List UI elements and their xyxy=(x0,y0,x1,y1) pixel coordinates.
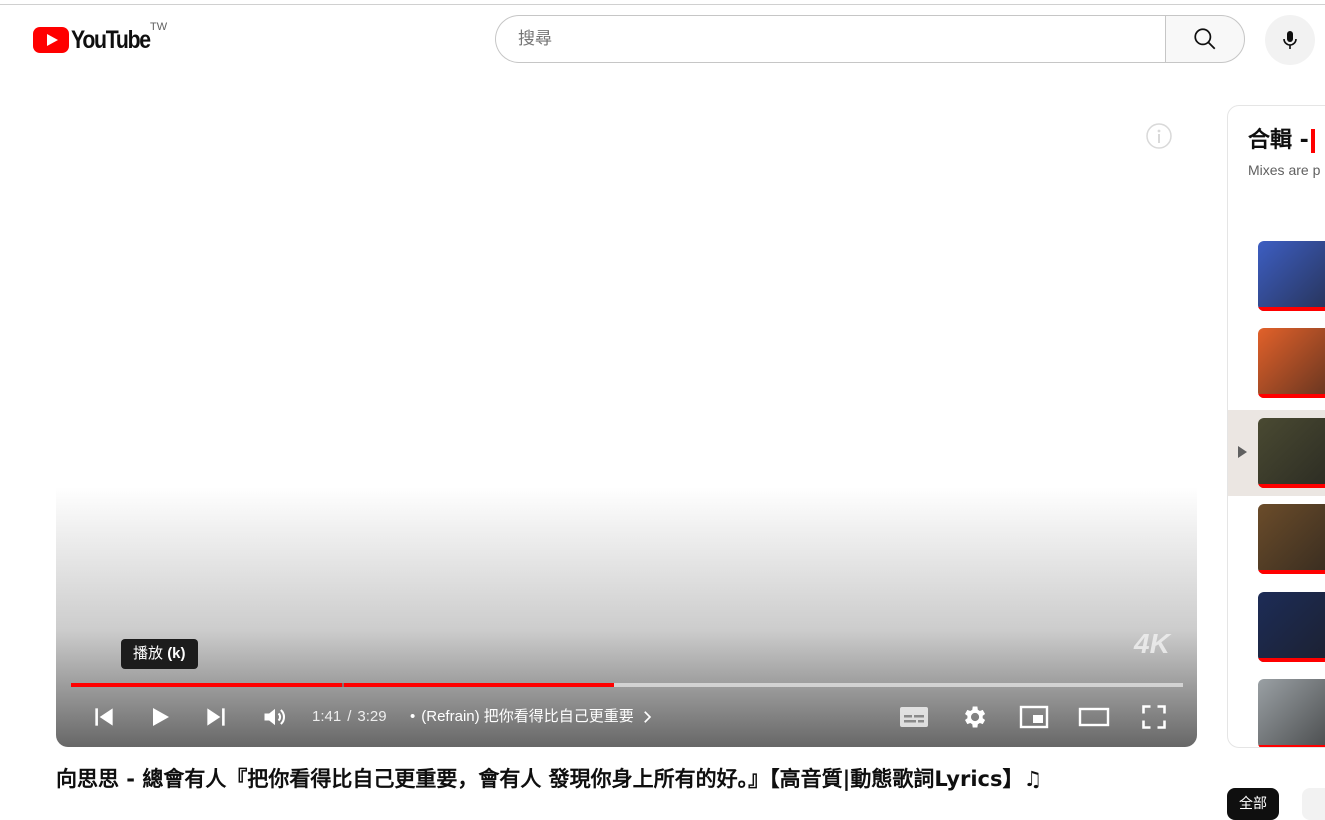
voice-search-button[interactable] xyxy=(1265,15,1315,65)
play-icon xyxy=(153,708,169,726)
next-icon xyxy=(207,708,225,726)
quality-badge-text: 4K xyxy=(1133,628,1172,659)
playlist-thumbnail[interactable] xyxy=(1258,679,1325,747)
now-playing-icon xyxy=(1238,446,1247,458)
thumbnail-progress-bar xyxy=(1258,484,1325,488)
region-code: TW xyxy=(150,21,168,33)
thumbnail-progress-bar xyxy=(1258,570,1325,574)
playlist-thumbnail[interactable] xyxy=(1258,592,1325,662)
playlist-thumbnail[interactable] xyxy=(1258,418,1325,488)
info-icon[interactable] xyxy=(1146,123,1172,149)
browser-top-border xyxy=(0,0,1325,5)
tooltip-shortcut: (k) xyxy=(167,645,186,662)
chapter-button[interactable]: • (Refrain) 把你看得比自己更重要 xyxy=(410,707,656,727)
thumbnail-progress-bar xyxy=(1258,658,1325,662)
video-player[interactable]: 4K 播放 (k) 1:41/3:29 • (Refrain) 把你看得比自己更… xyxy=(56,105,1197,747)
video-title: 向思思 - 總會有人『把你看得比自己更重要，會有人 發現你身上所有的好。』【高音… xyxy=(56,767,1043,791)
mix-playlist-panel: 合輯 - Mixes are p xyxy=(1227,105,1325,748)
chip-next[interactable] xyxy=(1302,788,1325,820)
playlist-thumbnail[interactable] xyxy=(1258,328,1325,398)
chevron-right-icon xyxy=(643,711,651,723)
search-button[interactable] xyxy=(1165,15,1245,63)
playlist-item[interactable] xyxy=(1228,496,1325,582)
subtitles-icon xyxy=(900,707,928,727)
search-box[interactable] xyxy=(495,15,1165,63)
quality-4k-badge: 4K xyxy=(1133,628,1172,659)
subtitles-button[interactable] xyxy=(894,699,934,735)
playlist-title[interactable]: 合輯 - xyxy=(1248,122,1315,154)
playlist-item[interactable] xyxy=(1228,671,1325,747)
time-display: 1:41/3:29 xyxy=(312,708,387,725)
playlist-title-text: 合輯 - xyxy=(1248,128,1309,153)
next-button[interactable] xyxy=(198,699,234,735)
duration: 3:29 xyxy=(357,708,387,725)
chapter-title: (Refrain) 把你看得比自己更重要 xyxy=(421,708,634,725)
settings-icon xyxy=(965,706,986,728)
playlist-thumbnail[interactable] xyxy=(1258,241,1325,311)
volume-button[interactable] xyxy=(255,699,295,735)
fullscreen-button[interactable] xyxy=(1134,699,1174,735)
miniplayer-button[interactable] xyxy=(1014,699,1054,735)
playlist-item[interactable] xyxy=(1228,584,1325,670)
settings-button[interactable] xyxy=(954,699,994,735)
play-tooltip: 播放 (k) xyxy=(121,639,198,669)
playlist-title-accent xyxy=(1310,129,1315,153)
theater-mode-button[interactable] xyxy=(1074,699,1114,735)
playlist-thumbnail[interactable] xyxy=(1258,504,1325,574)
chapter-separator: • xyxy=(410,708,416,725)
thumbnail-progress-bar xyxy=(1258,745,1325,747)
current-time: 1:41 xyxy=(312,708,342,725)
youtube-logo-icon xyxy=(33,27,69,53)
previous-icon xyxy=(95,708,113,726)
mic-icon xyxy=(1283,31,1297,49)
search-input[interactable] xyxy=(516,28,1165,50)
miniplayer-icon xyxy=(1019,705,1049,729)
search-bar xyxy=(495,15,1245,63)
logo-text: YouTube xyxy=(71,25,151,54)
playlist-item[interactable] xyxy=(1228,320,1325,406)
thumbnail-progress-bar xyxy=(1258,394,1325,398)
previous-button[interactable] xyxy=(86,699,122,735)
thumbnail-progress-bar xyxy=(1258,307,1325,311)
progress-bar[interactable] xyxy=(71,683,1183,687)
youtube-logo[interactable]: YouTube xyxy=(33,22,164,58)
search-icon xyxy=(1194,28,1216,50)
chip-all[interactable]: 全部 xyxy=(1227,788,1279,820)
volume-icon xyxy=(264,708,285,726)
chapter-marker xyxy=(342,683,345,687)
playlist-item[interactable] xyxy=(1228,233,1325,319)
play-button[interactable] xyxy=(142,699,178,735)
fullscreen-icon xyxy=(1142,705,1166,729)
playlist-subtitle: Mixes are p xyxy=(1248,162,1321,178)
theater-icon xyxy=(1078,707,1110,727)
tooltip-label: 播放 xyxy=(133,645,164,662)
playlist-item[interactable] xyxy=(1228,410,1325,496)
